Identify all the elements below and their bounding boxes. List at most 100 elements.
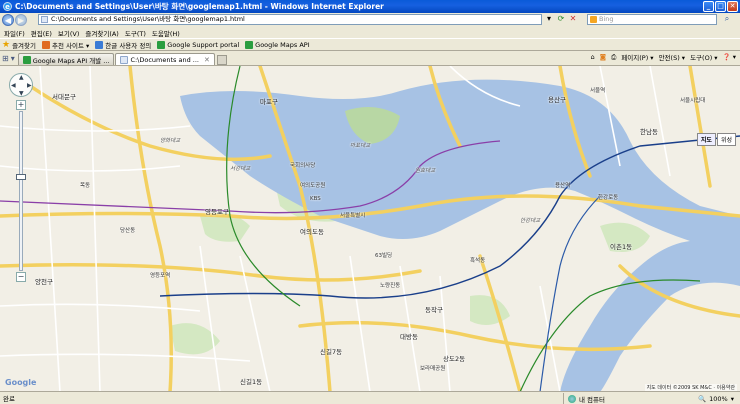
menu-file[interactable]: 파일(F): [4, 28, 25, 38]
favorites-button[interactable]: ★ 즐겨찾기: [2, 40, 36, 50]
map-type-control: 지도 위성: [696, 133, 736, 146]
tab-google-maps-api[interactable]: Google Maps API 개발 ...: [17, 53, 115, 65]
favorites-bar: ★ 즐겨찾기 추천 사이트 ▾ 한글 사용자 정의 Google Support…: [0, 38, 740, 51]
map-graphics: [0, 66, 740, 391]
back-button[interactable]: ◀: [2, 14, 14, 26]
stop-icon[interactable]: ✕: [568, 14, 578, 23]
computer-zone-icon: [568, 394, 576, 403]
security-zone: 내 컴퓨터: [563, 393, 605, 404]
home-icon[interactable]: ⌂: [591, 53, 595, 61]
zoom-control: + −: [16, 100, 26, 282]
pan-down-icon[interactable]: ▼: [19, 90, 24, 97]
window-controls: _ □ ✕: [703, 1, 738, 12]
map-label: 용산구: [548, 96, 566, 104]
status-bar: 완료 내 컴퓨터 🔍 100% ▾: [0, 391, 740, 404]
map-label: 동작구: [425, 306, 443, 314]
search-icon[interactable]: ⌕: [720, 14, 734, 25]
new-tab-button[interactable]: [216, 55, 227, 65]
map-label: 한강로동: [598, 195, 619, 201]
favorites-label: 즐겨찾기: [12, 41, 36, 50]
zoom-slider-thumb[interactable]: [16, 174, 26, 180]
print-icon[interactable]: ⎙: [611, 53, 616, 62]
favorite-link-custom[interactable]: 한글 사용자 정의: [95, 40, 151, 50]
map-label: 마포구: [260, 98, 278, 106]
zoom-magnifier-icon: 🔍: [698, 394, 707, 403]
menu-favorites[interactable]: 즐겨찾기(A): [85, 28, 118, 38]
map-label: 여의도공원: [300, 183, 326, 189]
zoom-in-button[interactable]: +: [16, 100, 26, 110]
window-title: C:\Documents and Settings\User\바탕 화면\goo…: [15, 2, 384, 11]
window-titlebar: e C:\Documents and Settings\User\바탕 화면\g…: [0, 0, 740, 13]
forward-button[interactable]: ▶: [15, 14, 27, 26]
tab-list-icons: ⊞ ▾: [2, 54, 15, 63]
pan-control[interactable]: ▲ ▼ ◀ ▶: [9, 73, 33, 97]
suggested-sites-icon: [42, 40, 50, 49]
pan-right-icon[interactable]: ▶: [27, 82, 32, 89]
map-label: 당산동: [120, 228, 136, 234]
favorite-link-suggested[interactable]: 추천 사이트 ▾: [42, 40, 89, 50]
menu-tools[interactable]: 도구(T): [125, 28, 146, 38]
address-input[interactable]: C:\Documents and Settings\User\바탕 화면\goo…: [38, 14, 542, 25]
map-label: 양천구: [35, 278, 53, 286]
map-label: 한남동: [640, 128, 658, 136]
map-label: 대방동: [400, 333, 418, 341]
refresh-icon[interactable]: ⟳: [556, 14, 566, 23]
command-safety[interactable]: 안전(S) ▾: [659, 52, 686, 62]
zoom-level[interactable]: 🔍 100% ▾: [698, 393, 734, 404]
menu-bar: 파일(F) 편집(E) 보기(V) 즐겨찾기(A) 도구(T) 도움말(H): [0, 27, 740, 38]
feeds-icon[interactable]: ◙: [600, 53, 606, 61]
pan-left-icon[interactable]: ◀: [11, 82, 16, 89]
map-label: 여의도동: [300, 228, 324, 236]
map-label: 목동: [80, 183, 91, 189]
zoom-out-button[interactable]: −: [16, 272, 26, 282]
favorite-link-google-support[interactable]: Google Support portal: [157, 40, 240, 49]
map-type-map-button[interactable]: 지도: [696, 133, 716, 146]
tab-list-icon[interactable]: ▾: [11, 54, 15, 63]
map-label: 용산역: [555, 183, 571, 189]
page-icon: [41, 16, 48, 23]
search-input[interactable]: Bing: [587, 14, 717, 25]
zone-label: 내 컴퓨터: [579, 395, 605, 404]
map-label: 노량진동: [380, 283, 401, 289]
map-label: 신길1동: [240, 378, 263, 386]
map-canvas[interactable]: 용산구 서대문구 마포구 영등포구 여의도동 서울특별시 한강로동 이촌1동 동…: [0, 65, 740, 391]
favorite-link-label: Google Support portal: [167, 40, 240, 49]
status-text: 완료: [3, 395, 15, 403]
star-icon: ★: [2, 39, 11, 50]
command-page[interactable]: 페이지(P) ▾: [621, 52, 653, 62]
map-label: 서강대교: [230, 166, 251, 172]
map-label: 양화대교: [160, 138, 181, 144]
map-type-satellite-button[interactable]: 위성: [716, 133, 736, 146]
menu-view[interactable]: 보기(V): [58, 28, 79, 38]
map-label: 서울시립대: [680, 98, 706, 104]
menu-help[interactable]: 도움말(H): [152, 28, 180, 38]
quick-tabs-icon[interactable]: ⊞: [2, 54, 9, 63]
favorite-link-google-maps-api[interactable]: Google Maps API: [245, 40, 310, 49]
map-label: 63빌딩: [375, 253, 393, 259]
map-label: 서울역: [590, 88, 606, 94]
google-icon: [157, 40, 166, 49]
command-bar: ⌂ ◙ ⎙ 페이지(P) ▾ 안전(S) ▾ 도구(O) ▾ ❓ ▾: [591, 52, 736, 63]
ie-icon: e: [3, 2, 12, 11]
address-tools: ▾ ⟳ ✕: [544, 14, 578, 23]
favorite-link-label: 한글 사용자 정의: [105, 41, 152, 50]
map-label: 보라매공원: [420, 366, 446, 372]
pan-up-icon[interactable]: ▲: [19, 74, 24, 81]
close-button[interactable]: ✕: [727, 1, 738, 12]
dropdown-arrow-icon[interactable]: ▾: [544, 14, 554, 23]
command-help[interactable]: ❓ ▾: [723, 53, 736, 61]
map-label: 마포대교: [350, 143, 371, 149]
zoom-slider[interactable]: [16, 111, 26, 271]
chevron-down-icon: ▾: [730, 394, 734, 403]
map-label: 신길7동: [320, 348, 343, 356]
minimize-button[interactable]: _: [703, 1, 714, 12]
search-placeholder: Bing: [599, 15, 614, 23]
menu-edit[interactable]: 편집(E): [31, 28, 52, 38]
maximize-button[interactable]: □: [715, 1, 726, 12]
zoom-value: 100%: [709, 394, 728, 403]
command-tools[interactable]: 도구(O) ▾: [690, 52, 717, 62]
tab-local-file[interactable]: C:\Documents and ... ✕: [115, 53, 215, 65]
map-label: 영등포역: [150, 273, 171, 279]
map-label: 서울특별시: [340, 213, 366, 219]
close-tab-icon[interactable]: ✕: [204, 56, 210, 64]
